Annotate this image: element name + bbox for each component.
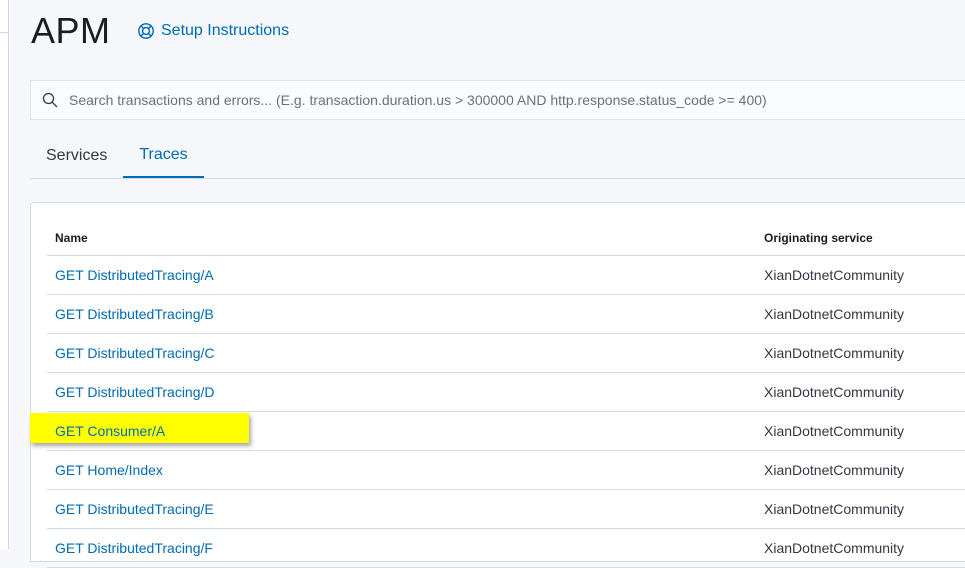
table-row-highlighted: GET Consumer/A XianDotnetCommunity	[30, 412, 965, 451]
table-row: GET Home/Index XianDotnetCommunity	[47, 451, 965, 490]
search-icon	[42, 92, 58, 108]
trace-name-link[interactable]: GET DistributedTracing/D	[55, 384, 215, 400]
tab-bar: Services Traces	[30, 134, 965, 179]
rail-divider	[0, 32, 8, 33]
table-row: GET DistributedTracing/D XianDotnetCommu…	[47, 373, 965, 412]
page-title: APM	[31, 10, 111, 51]
table-row: GET DistributedTracing/E XianDotnetCommu…	[47, 490, 965, 529]
trace-name-link[interactable]: GET DistributedTracing/C	[55, 345, 215, 361]
traces-table-panel: Name Originating service GET Distributed…	[30, 202, 965, 568]
originating-service: XianDotnetCommunity	[764, 267, 905, 283]
search-input[interactable]	[67, 91, 965, 109]
left-rail	[0, 0, 9, 549]
originating-service: XianDotnetCommunity	[764, 540, 905, 556]
trace-name-link[interactable]: GET DistributedTracing/B	[55, 306, 214, 322]
trace-name-link[interactable]: GET Home/Index	[55, 462, 163, 478]
trace-name-link[interactable]: GET DistributedTracing/A	[55, 267, 214, 283]
setup-instructions-link[interactable]: Setup Instructions	[137, 22, 289, 40]
tab-services[interactable]: Services	[30, 134, 123, 177]
apm-page: APM Setup Instructions Services Traces	[9, 0, 965, 568]
originating-service: XianDotnetCommunity	[764, 345, 905, 361]
trace-name-link[interactable]: GET DistributedTracing/E	[55, 501, 214, 517]
originating-service: XianDotnetCommunity	[764, 423, 905, 439]
table-row: GET DistributedTracing/B XianDotnetCommu…	[47, 295, 965, 334]
table-body: GET DistributedTracing/A XianDotnetCommu…	[30, 256, 965, 568]
table-header: Name Originating service	[47, 223, 965, 256]
search-bar[interactable]	[30, 80, 965, 120]
column-header-name[interactable]: Name	[55, 231, 88, 245]
table-row: GET DistributedTracing/A XianDotnetCommu…	[47, 256, 965, 295]
originating-service: XianDotnetCommunity	[764, 384, 905, 400]
originating-service: XianDotnetCommunity	[764, 501, 905, 517]
originating-service: XianDotnetCommunity	[764, 306, 905, 322]
trace-name-link[interactable]: GET Consumer/A	[55, 423, 165, 439]
originating-service: XianDotnetCommunity	[764, 462, 905, 478]
table-row: GET DistributedTracing/C XianDotnetCommu…	[47, 334, 965, 373]
lifebuoy-icon	[137, 22, 155, 40]
column-header-originating-service[interactable]: Originating service	[764, 231, 873, 245]
trace-name-link[interactable]: GET DistributedTracing/F	[55, 540, 213, 556]
setup-instructions-label: Setup Instructions	[161, 22, 290, 39]
tab-traces[interactable]: Traces	[123, 134, 204, 178]
